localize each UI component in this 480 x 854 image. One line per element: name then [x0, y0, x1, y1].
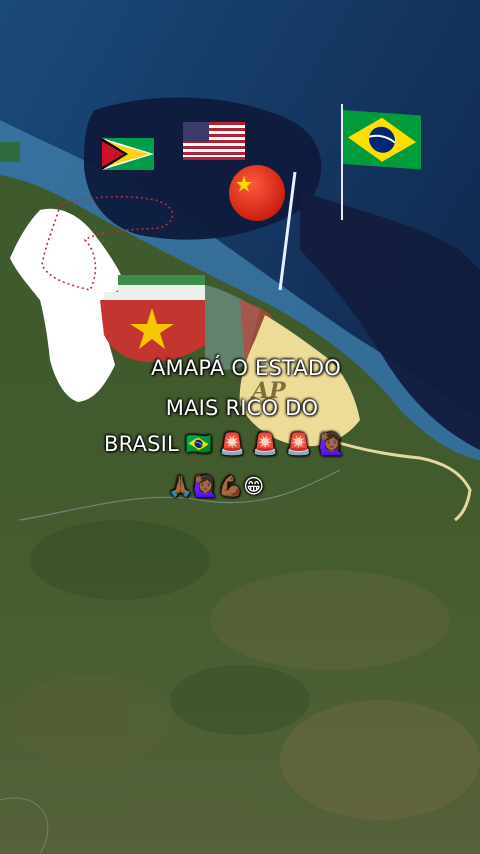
- video-frame: AP AMAPÁ O ESTADO MAIS RICO DO BRASIL 🇧🇷…: [0, 0, 480, 854]
- caption-line-2: MAIS RICO DO: [165, 396, 319, 420]
- usa-flag: [183, 122, 245, 160]
- guyana-flag: [102, 138, 154, 170]
- caption-line-3: BRASIL 🇧🇷 🚨 🚨 🚨 🙋🏾‍♀️: [104, 432, 346, 456]
- caption-line-1: AMAPÁ O ESTADO: [150, 356, 342, 380]
- caption-emoji-line: 🙏🏾🙋🏾‍♀️💪🏾😁: [168, 474, 265, 498]
- china-flag: [229, 165, 285, 221]
- edge-flag: [0, 142, 20, 162]
- satellite-map: [0, 0, 480, 854]
